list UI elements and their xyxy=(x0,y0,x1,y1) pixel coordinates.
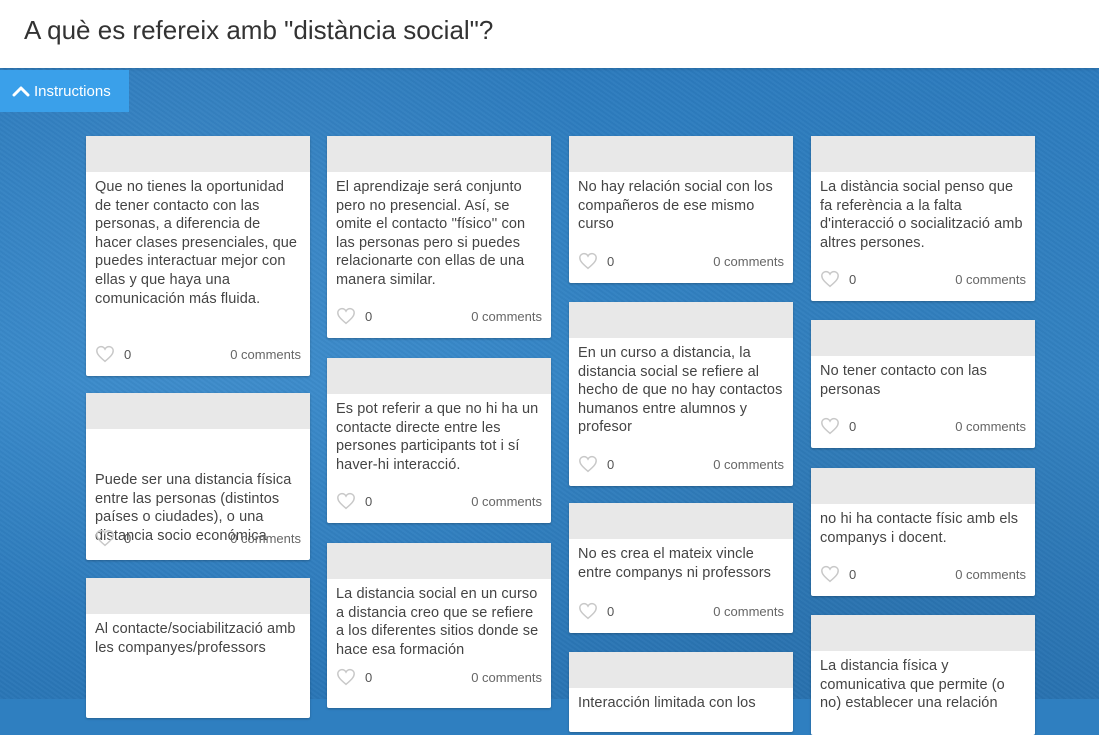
card-footer: 0 0 comments xyxy=(327,657,551,699)
heart-icon[interactable] xyxy=(820,417,840,435)
like-count: 0 xyxy=(607,254,615,269)
card-footer: 0 0 comments xyxy=(811,554,1035,596)
post-card[interactable]: La distancia social en un curso a distan… xyxy=(327,543,551,708)
comments-link[interactable]: 0 comments xyxy=(713,457,784,472)
card-header xyxy=(569,302,793,338)
card-text: La distancia social en un curso a distan… xyxy=(336,586,539,658)
heart-icon[interactable] xyxy=(336,492,356,510)
heart-icon[interactable] xyxy=(95,529,115,547)
card-header xyxy=(327,136,551,172)
post-card[interactable]: Interacción limitada con los xyxy=(569,652,793,732)
post-card[interactable]: En un curso a distancia, la distancia so… xyxy=(569,302,793,486)
like-count: 0 xyxy=(849,567,857,582)
card-text: Es pot referir a que no hi ha un contact… xyxy=(336,401,539,473)
card-header xyxy=(327,358,551,394)
like-count: 0 xyxy=(365,670,373,685)
card-header xyxy=(86,136,310,172)
card-footer: 0 0 comments xyxy=(569,241,793,283)
page-header: A què es refereix amb "distància social"… xyxy=(0,0,1099,68)
like-count: 0 xyxy=(849,419,857,434)
like-count: 0 xyxy=(124,347,132,362)
heart-icon[interactable] xyxy=(95,345,115,363)
card-header xyxy=(811,320,1035,356)
post-card[interactable]: no hi ha contacte físic amb els companys… xyxy=(811,468,1035,596)
card-footer: 0 0 comments xyxy=(569,591,793,633)
post-card[interactable]: No es crea el mateix vincle entre compan… xyxy=(569,503,793,633)
instructions-label: Instructions xyxy=(34,82,111,100)
heart-icon[interactable] xyxy=(336,307,356,325)
card-header xyxy=(86,578,310,614)
comments-link[interactable]: 0 comments xyxy=(471,494,542,509)
page-title: A què es refereix amb "distància social"… xyxy=(24,15,494,45)
post-card[interactable]: No tener contacto con las personas 0 0 c… xyxy=(811,320,1035,448)
instructions-toggle-button[interactable]: Instructions xyxy=(0,70,129,112)
like-count: 0 xyxy=(849,272,857,287)
post-card[interactable]: El aprendizaje será conjunto pero no pre… xyxy=(327,136,551,338)
card-footer: 0 0 comments xyxy=(327,481,551,523)
card-text: No tener contacto con las personas xyxy=(820,363,987,398)
like-count: 0 xyxy=(607,457,615,472)
comments-link[interactable]: 0 comments xyxy=(955,567,1026,582)
card-text: Que no tienes la oportunidad de tener co… xyxy=(95,179,298,307)
comments-link[interactable]: 0 comments xyxy=(471,670,542,685)
like-count: 0 xyxy=(365,309,373,324)
comments-link[interactable]: 0 comments xyxy=(713,604,784,619)
comments-link[interactable]: 0 comments xyxy=(955,419,1026,434)
card-text: Interacción limitada con los xyxy=(578,695,756,711)
card-text: La distància social penso que fa referèn… xyxy=(820,179,1023,251)
card-footer: 0 0 comments xyxy=(86,518,310,560)
card-footer: 0 0 comments xyxy=(569,444,793,486)
card-header xyxy=(569,136,793,172)
card-text: En un curso a distancia, la distancia so… xyxy=(578,345,783,436)
card-text: no hi ha contacte físic amb els companys… xyxy=(820,511,1019,546)
heart-icon[interactable] xyxy=(578,602,598,620)
post-card[interactable]: La distancia física y comunicativa que p… xyxy=(811,615,1035,735)
like-count: 0 xyxy=(365,494,373,509)
card-footer: 0 0 comments xyxy=(86,334,310,376)
card-text: La distancia física y comunicativa que p… xyxy=(820,658,1005,712)
card-text: Al contacte/sociabilització amb les comp… xyxy=(95,621,296,656)
like-count: 0 xyxy=(124,531,132,546)
card-text: El aprendizaje será conjunto pero no pre… xyxy=(336,179,526,288)
post-card[interactable]: Al contacte/sociabilització amb les comp… xyxy=(86,578,310,718)
card-footer: 0 0 comments xyxy=(811,259,1035,301)
card-header xyxy=(569,503,793,539)
post-card[interactable]: No hay relación social con los compañero… xyxy=(569,136,793,283)
heart-icon[interactable] xyxy=(578,252,598,270)
card-header xyxy=(327,543,551,579)
card-header xyxy=(811,615,1035,651)
card-header xyxy=(811,468,1035,504)
card-header xyxy=(569,652,793,688)
comments-link[interactable]: 0 comments xyxy=(471,309,542,324)
card-text: No es crea el mateix vincle entre compan… xyxy=(578,546,771,581)
comments-link[interactable]: 0 comments xyxy=(230,347,301,362)
comments-link[interactable]: 0 comments xyxy=(955,272,1026,287)
post-card[interactable]: Es pot referir a que no hi ha un contact… xyxy=(327,358,551,523)
comments-link[interactable]: 0 comments xyxy=(230,531,301,546)
heart-icon[interactable] xyxy=(820,565,840,583)
card-footer: 0 0 comments xyxy=(327,296,551,338)
comments-link[interactable]: 0 comments xyxy=(713,254,784,269)
like-count: 0 xyxy=(607,604,615,619)
heart-icon[interactable] xyxy=(336,668,356,686)
card-footer: 0 0 comments xyxy=(811,406,1035,448)
heart-icon[interactable] xyxy=(820,270,840,288)
card-text: No hay relación social con los compañero… xyxy=(578,179,773,233)
chevron-up-icon xyxy=(12,86,30,97)
card-header xyxy=(86,393,310,429)
post-card[interactable]: La distància social penso que fa referèn… xyxy=(811,136,1035,301)
post-card[interactable]: Puede ser una distancia física entre las… xyxy=(86,393,310,560)
card-header xyxy=(811,136,1035,172)
heart-icon[interactable] xyxy=(578,455,598,473)
post-card[interactable]: Que no tienes la oportunidad de tener co… xyxy=(86,136,310,376)
